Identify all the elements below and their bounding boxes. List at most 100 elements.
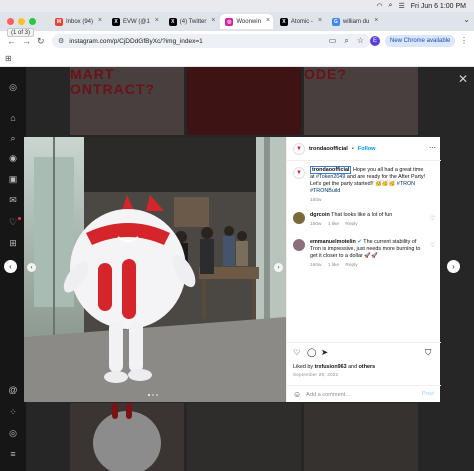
photo-next-button[interactable]: › [274,263,283,272]
comment-likes[interactable]: 1 like [328,263,339,268]
comment-author[interactable]: emmanuelmotelin [310,239,356,245]
hashtag-link[interactable]: #Token2049 [316,174,345,180]
background-post-tile[interactable] [187,403,301,471]
post-photo[interactable]: ‹ › [24,137,286,402]
photo-previous-button[interactable]: ‹ [27,263,36,272]
macos-menu-bar: ◠ ⌕ ☰ Fri Jun 6 1:00 PM [0,0,474,12]
comment-time[interactable]: 160w [310,263,321,268]
follow-button[interactable]: Follow [358,146,376,152]
background-post-tile[interactable] [70,403,184,471]
tab-label: EVW (@1 [123,18,150,25]
like-comment-icon[interactable]: ♡ [430,215,435,222]
commenter-avatar[interactable] [293,239,305,251]
home-icon[interactable]: ⌂ [8,113,18,123]
control-center-icon[interactable]: ☰ [398,2,404,10]
search-icon[interactable]: ⌕ [389,2,393,10]
tab-search-icon[interactable]: ⌄ [463,15,470,24]
hashtag-link[interactable]: #TRON [397,181,415,187]
caption-time[interactable]: 160w [310,198,321,203]
comment-body: emmanuelmotelin ✔ The current stability … [310,239,428,269]
reply-button[interactable]: Reply [345,222,357,227]
carousel-dots [148,394,158,396]
search-icon[interactable]: ⌕ [8,133,18,143]
tron-avatar[interactable]: ▼ [293,142,305,155]
notifications-icon[interactable]: ♡ [8,217,18,227]
tab-instagram[interactable]: ◎ Woonwin × [220,14,273,29]
background-post-tile[interactable] [304,403,418,471]
post-date[interactable]: September 28, 2022 [293,372,338,377]
post-modal: ‹ › ▼ trondaoofficial • Follow ⋯ ▼ trond… [24,137,441,402]
close-tab-icon[interactable]: × [318,17,322,24]
close-window-button[interactable] [7,18,14,25]
site-info-icon[interactable]: ⚙ [58,37,64,45]
close-tab-icon[interactable]: × [266,17,270,24]
background-post-tile[interactable] [187,67,301,135]
caption-author[interactable]: trondaoofficial [310,166,352,174]
profile-avatar[interactable]: E [370,36,380,46]
comment-time[interactable]: 160w [310,222,321,227]
more-options-icon[interactable]: ⋯ [429,144,436,152]
comment-author[interactable]: dgrcoin [310,212,330,218]
post-author[interactable]: trondaoofficial [309,146,348,152]
commenter-avatar[interactable] [293,212,305,224]
post-comment-button[interactable]: Post [422,391,434,397]
create-icon[interactable]: ⊞ [8,238,18,248]
tab-gmail[interactable]: M Inbox (94) × [50,14,105,29]
comment-body: dgrcoin That looks like a lot of fun 160… [310,212,428,228]
share-icon[interactable]: ➤ [321,347,328,358]
clock[interactable]: Fri Jun 6 1:00 PM [411,3,466,10]
post-header: ▼ trondaoofficial • Follow ⋯ [287,137,441,161]
reload-icon[interactable]: ↻ [37,35,45,47]
tab-evw[interactable]: X EVW (@1 × [107,14,162,29]
tab-google[interactable]: Gwilliam du × [327,14,381,29]
address-bar[interactable]: ⚙ instagram.com/p/CjDDdGfByXc/?img_index… [52,34,370,48]
close-tab-icon[interactable]: × [211,17,215,24]
close-overlay-icon[interactable]: ✕ [458,72,468,86]
bookmark-star-icon[interactable]: ☆ [357,36,364,46]
chrome-update-button[interactable]: New Chrome available [385,35,456,47]
close-tab-icon[interactable]: × [155,17,159,24]
minimize-window-button[interactable] [18,18,25,25]
previous-post-button[interactable]: ‹ [4,260,17,273]
chrome-menu-icon[interactable]: ⋮ [460,36,468,45]
emoji-icon[interactable]: ☺ [293,390,301,399]
threads-icon[interactable]: @ [8,385,18,395]
comment-icon[interactable]: ◯ [307,347,317,358]
background-post-tile[interactable]: ODE? [304,67,418,135]
tabs: M Inbox (94) × X EVW (@1 × X (4) Twitter × ◎ Wo… [50,14,458,31]
threads-app-icon[interactable]: ◎ [8,428,18,438]
comment-likes[interactable]: 1 like [328,222,339,227]
close-tab-icon[interactable]: × [374,17,378,24]
verified-icon: ✔ [357,239,362,245]
next-post-button[interactable]: › [447,260,460,273]
tab-atomic[interactable]: X Atomic - × [275,14,325,29]
menu-icon[interactable]: ≡ [8,449,18,459]
reels-icon[interactable]: ▣ [8,174,18,184]
meta-apps-icon[interactable]: ⁘ [8,407,18,417]
messages-icon[interactable]: ✉ [8,195,18,205]
apps-grid-icon[interactable]: ⊞ [5,54,12,63]
instagram-logo-icon[interactable]: ◎ [8,82,18,92]
close-tab-icon[interactable]: × [98,17,102,24]
add-comment-input[interactable]: Add a comment... [306,392,350,398]
tab-twitter[interactable]: X (4) Twitter × [164,14,219,29]
zoom-icon[interactable]: ⌕ [344,36,348,46]
x-icon: X [279,17,288,26]
url-text[interactable]: instagram.com/p/CjDDdGfByXc/?img_index=1 [69,38,203,45]
tron-avatar[interactable]: ▼ [293,167,305,179]
like-icon[interactable]: ♡ [293,347,301,358]
liked-user[interactable]: trxfusion963 [315,364,347,370]
wifi-icon[interactable]: ◠ [376,2,382,10]
liked-others[interactable]: others [359,364,375,370]
mascot-thumbnail [93,403,161,471]
explore-icon[interactable]: ◉ [8,153,18,163]
background-post-tile[interactable]: MART ONTRACT? [70,67,184,135]
reply-button[interactable]: Reply [345,263,357,268]
save-icon[interactable]: ⛉ [425,347,431,358]
install-app-icon[interactable]: ▭ [329,36,337,46]
google-icon: G [331,17,340,26]
hashtag-link[interactable]: #TRONBuild [310,188,340,194]
maximize-window-button[interactable] [29,18,36,25]
like-comment-icon[interactable]: ♡ [430,242,435,249]
background-post-text: MART ONTRACT? [70,67,155,97]
